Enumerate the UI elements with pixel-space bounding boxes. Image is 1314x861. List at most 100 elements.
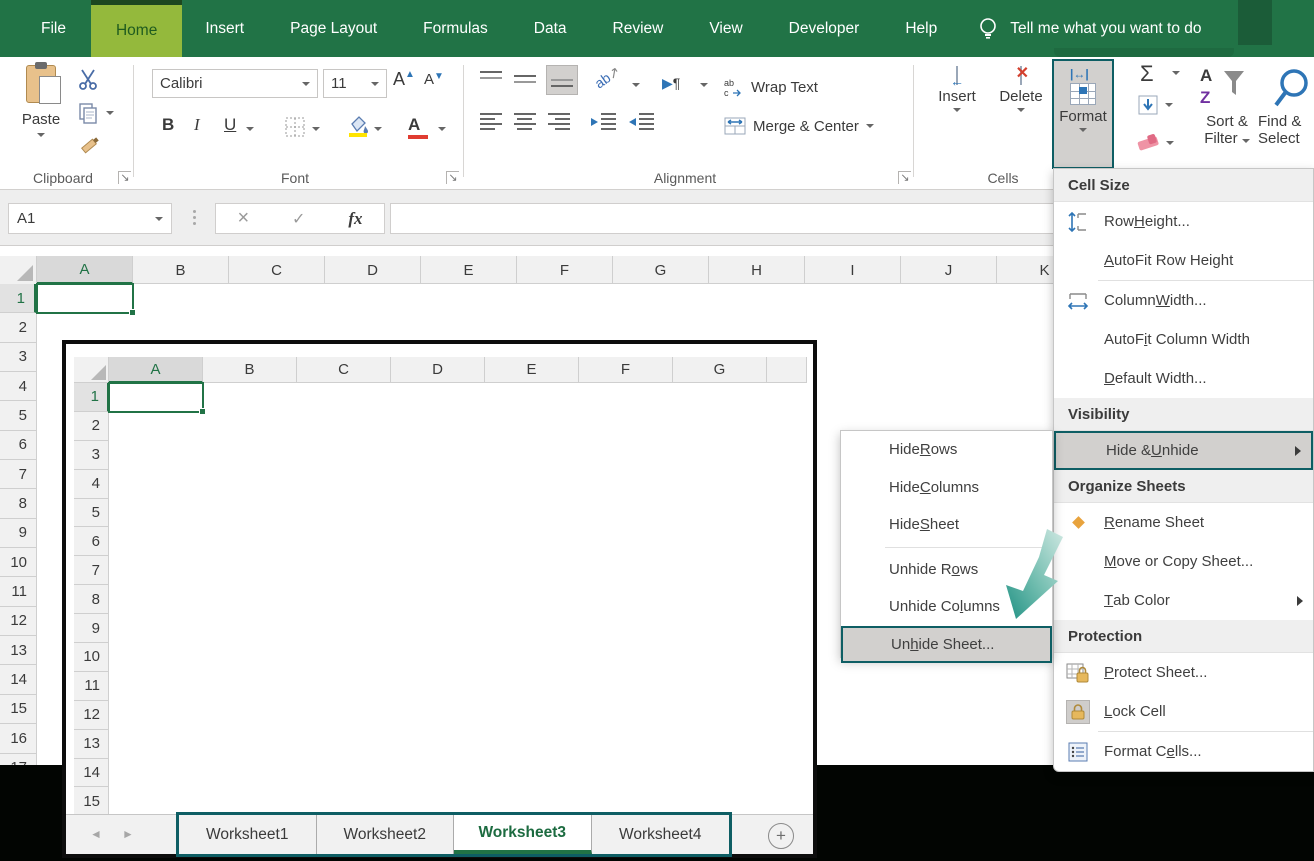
- increase-indent-button[interactable]: [628, 113, 654, 136]
- fill-button[interactable]: [1138, 95, 1158, 120]
- ribbon-tab[interactable]: Review: [590, 0, 687, 57]
- clipboard-dialog-launcher[interactable]: ↘: [118, 171, 131, 184]
- italic-button[interactable]: I: [194, 115, 200, 135]
- menu-item-autofit-column-width[interactable]: AutoFit Column Width: [1054, 320, 1313, 359]
- menu-item-row-height[interactable]: Row Height...: [1054, 202, 1313, 241]
- row-header[interactable]: 4: [0, 372, 36, 401]
- ribbon-tab[interactable]: File: [18, 0, 89, 57]
- insert-function-button[interactable]: fx: [348, 209, 362, 229]
- menu-item-autofit-row-height[interactable]: AutoFit Row Height: [1054, 241, 1313, 280]
- font-size-combo[interactable]: 11: [323, 69, 387, 98]
- row-header[interactable]: 10: [0, 548, 36, 577]
- underline-chevron[interactable]: [246, 127, 254, 131]
- column-header[interactable]: D: [325, 256, 421, 284]
- format-button[interactable]: |↔| Format: [1052, 59, 1114, 169]
- borders-button[interactable]: [285, 117, 305, 142]
- enter-button[interactable]: ✓: [292, 209, 305, 229]
- menu-item-tab-color[interactable]: Tab Color: [1054, 581, 1313, 620]
- font-name-chevron[interactable]: [302, 82, 310, 86]
- font-size-chevron[interactable]: [371, 82, 379, 86]
- fill-handle[interactable]: [129, 309, 136, 316]
- column-header[interactable]: J: [901, 256, 997, 284]
- text-direction-chevron[interactable]: [700, 83, 708, 87]
- autosum-button[interactable]: Σ: [1140, 61, 1154, 87]
- column-header[interactable]: G: [613, 256, 709, 284]
- row-header[interactable]: 6: [0, 431, 36, 460]
- menu-item-hide-rows[interactable]: Hide Rows: [841, 431, 1052, 469]
- copy-button[interactable]: [76, 101, 100, 130]
- column-header[interactable]: H: [709, 256, 805, 284]
- select-all-corner[interactable]: [0, 256, 37, 284]
- alignment-dialog-launcher[interactable]: ↘: [898, 171, 911, 184]
- borders-chevron[interactable]: [312, 127, 320, 131]
- align-center-button[interactable]: [514, 113, 536, 136]
- name-box[interactable]: A1: [8, 203, 172, 234]
- column-header[interactable]: C: [229, 256, 325, 284]
- middle-align-button[interactable]: [514, 71, 536, 94]
- column-header[interactable]: B: [133, 256, 229, 284]
- orientation-chevron[interactable]: [632, 83, 640, 87]
- row-header[interactable]: 2: [0, 313, 36, 342]
- selected-cell-a1[interactable]: [36, 283, 134, 314]
- paste-button[interactable]: Paste: [14, 65, 68, 165]
- insert-button[interactable]: ← Insert: [926, 63, 988, 112]
- underline-button[interactable]: U: [224, 115, 236, 135]
- format-chevron[interactable]: [1079, 128, 1087, 132]
- autosum-chevron[interactable]: [1172, 71, 1180, 75]
- row-header[interactable]: 1: [0, 284, 36, 313]
- decrease-indent-button[interactable]: [590, 113, 616, 136]
- column-header[interactable]: F: [517, 256, 613, 284]
- row-header[interactable]: 14: [0, 665, 36, 694]
- name-box-chevron[interactable]: [155, 217, 163, 221]
- merge-center-chevron[interactable]: [866, 124, 874, 128]
- format-painter-button[interactable]: [76, 133, 102, 164]
- font-name-combo[interactable]: Calibri: [152, 69, 318, 98]
- orientation-button[interactable]: ab↗: [592, 63, 624, 93]
- formula-bar-resizer[interactable]: [193, 210, 196, 225]
- paste-dropdown-chevron[interactable]: [37, 133, 45, 137]
- insert-chevron[interactable]: [953, 108, 961, 112]
- row-header[interactable]: 13: [0, 636, 36, 665]
- ribbon-tab[interactable]: Developer: [766, 0, 883, 57]
- row-header[interactable]: 8: [0, 489, 36, 518]
- column-header[interactable]: I: [805, 256, 901, 284]
- grow-font-button[interactable]: A▲: [393, 69, 415, 90]
- align-left-button[interactable]: [480, 113, 502, 136]
- menu-item-unhide-sheet[interactable]: Unhide Sheet...: [841, 626, 1052, 664]
- cut-button[interactable]: [76, 67, 100, 96]
- menu-item-default-width[interactable]: Default Width...: [1054, 359, 1313, 398]
- merge-center-button[interactable]: Merge & Center: [724, 117, 874, 135]
- clear-chevron[interactable]: [1166, 141, 1174, 145]
- ribbon-tab[interactable]: Insert: [182, 0, 267, 57]
- menu-item-rename-sheet[interactable]: Rename Sheet: [1054, 503, 1313, 542]
- bottom-align-button[interactable]: [546, 65, 578, 95]
- row-header[interactable]: 11: [0, 577, 36, 606]
- shrink-font-button[interactable]: A▼: [424, 71, 444, 88]
- ribbon-tab[interactable]: View: [686, 0, 765, 57]
- font-color-chevron[interactable]: [438, 127, 446, 131]
- ribbon-tab[interactable]: Home: [91, 0, 182, 57]
- find-select-button[interactable]: Find & Select: [1258, 113, 1314, 147]
- ribbon-tab[interactable]: Formulas: [400, 0, 511, 57]
- row-header[interactable]: 15: [0, 695, 36, 724]
- row-header[interactable]: 12: [0, 607, 36, 636]
- menu-item-protect-sheet[interactable]: Protect Sheet...: [1054, 653, 1313, 692]
- wrap-text-button[interactable]: abc Wrap Text: [724, 77, 818, 97]
- row-header[interactable]: 16: [0, 724, 36, 753]
- font-dialog-launcher[interactable]: ↘: [446, 171, 459, 184]
- cancel-button[interactable]: ×: [237, 207, 249, 230]
- font-color-button[interactable]: A: [408, 115, 428, 139]
- fill-chevron[interactable]: [1165, 103, 1173, 107]
- row-header[interactable]: 7: [0, 460, 36, 489]
- row-header[interactable]: 5: [0, 401, 36, 430]
- text-direction-button[interactable]: ▶¶: [662, 75, 680, 92]
- bold-button[interactable]: B: [162, 115, 174, 135]
- menu-item-format-cells[interactable]: Format Cells...: [1054, 732, 1313, 771]
- ribbon-tab[interactable]: Page Layout: [267, 0, 400, 57]
- ribbon-tab[interactable]: Help: [882, 0, 960, 57]
- row-header[interactable]: 9: [0, 519, 36, 548]
- top-align-button[interactable]: [480, 71, 502, 94]
- sort-filter-button[interactable]: Sort & Filter: [1196, 113, 1258, 147]
- copy-dropdown-chevron[interactable]: [106, 111, 114, 115]
- delete-chevron[interactable]: [1017, 108, 1025, 112]
